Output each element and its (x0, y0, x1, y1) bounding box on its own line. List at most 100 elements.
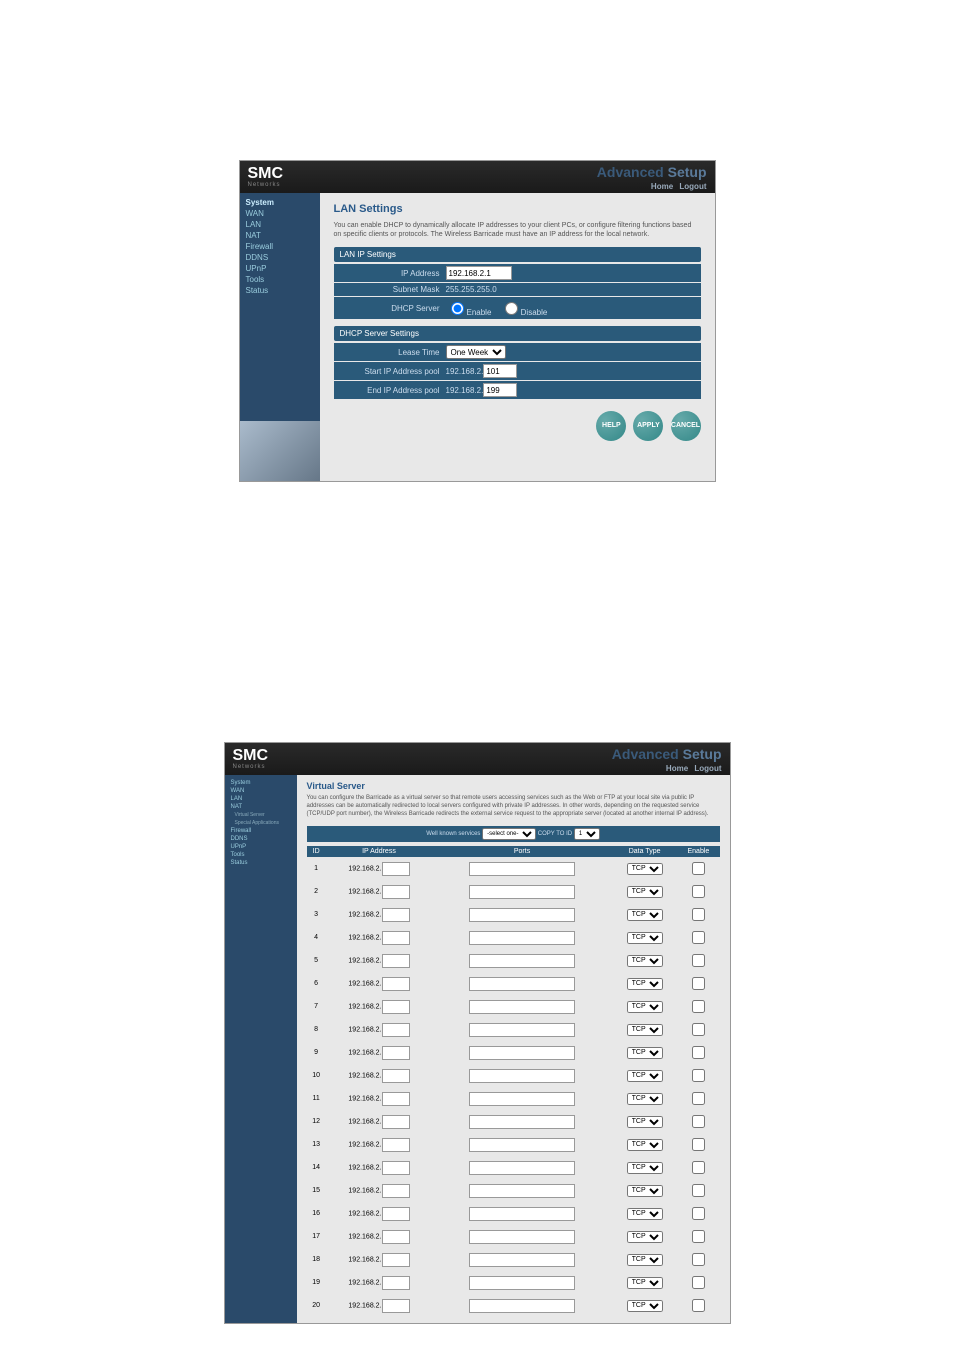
data-type-select[interactable]: TCP (627, 1208, 663, 1220)
data-type-select[interactable]: TCP (627, 978, 663, 990)
ip-suffix-input[interactable] (382, 1207, 410, 1221)
data-type-select[interactable]: TCP (627, 932, 663, 944)
copyto-id-select[interactable]: 1 (574, 828, 600, 840)
ports-input[interactable] (469, 1115, 575, 1129)
sidebar-item-firewall[interactable]: Firewall (225, 827, 297, 835)
enable-checkbox[interactable] (692, 862, 705, 875)
sidebar-item-status[interactable]: Status (225, 859, 297, 867)
apply-button[interactable]: APPLY (633, 411, 663, 441)
sidebar-item-tools[interactable]: Tools (225, 851, 297, 859)
data-type-select[interactable]: TCP (627, 1139, 663, 1151)
data-type-select[interactable]: TCP (627, 1070, 663, 1082)
logout-link[interactable]: Logout (694, 764, 721, 773)
ports-input[interactable] (469, 931, 575, 945)
ports-input[interactable] (469, 1000, 575, 1014)
sidebar-item-upnp[interactable]: UPnP (225, 843, 297, 851)
data-type-select[interactable]: TCP (627, 886, 663, 898)
ports-input[interactable] (469, 977, 575, 991)
ports-input[interactable] (469, 1092, 575, 1106)
data-type-select[interactable]: TCP (627, 955, 663, 967)
start-ip-input[interactable] (483, 364, 517, 378)
sidebar-item-nat[interactable]: NAT (225, 803, 297, 811)
enable-checkbox[interactable] (692, 1092, 705, 1105)
enable-checkbox[interactable] (692, 954, 705, 967)
enable-checkbox[interactable] (692, 1046, 705, 1059)
sidebar-item-lan[interactable]: LAN (240, 219, 320, 230)
sidebar-item-ddns[interactable]: DDNS (240, 252, 320, 263)
data-type-select[interactable]: TCP (627, 1116, 663, 1128)
sidebar-item-ddns[interactable]: DDNS (225, 835, 297, 843)
wellknown-select[interactable]: -select one- (482, 828, 536, 840)
ports-input[interactable] (469, 1138, 575, 1152)
enable-checkbox[interactable] (692, 1023, 705, 1036)
ports-input[interactable] (469, 1161, 575, 1175)
enable-checkbox[interactable] (692, 1184, 705, 1197)
ip-suffix-input[interactable] (382, 1230, 410, 1244)
enable-checkbox[interactable] (692, 1276, 705, 1289)
sidebar-item-lan[interactable]: LAN (225, 795, 297, 803)
home-link[interactable]: Home (651, 182, 673, 191)
ip-suffix-input[interactable] (382, 931, 410, 945)
sidebar-item-tools[interactable]: Tools (240, 274, 320, 285)
ports-input[interactable] (469, 954, 575, 968)
ports-input[interactable] (469, 1207, 575, 1221)
ip-suffix-input[interactable] (382, 1115, 410, 1129)
ports-input[interactable] (469, 1299, 575, 1313)
ports-input[interactable] (469, 1023, 575, 1037)
ports-input[interactable] (469, 862, 575, 876)
end-ip-input[interactable] (483, 383, 517, 397)
data-type-select[interactable]: TCP (627, 1024, 663, 1036)
enable-checkbox[interactable] (692, 1207, 705, 1220)
sidebar-item-firewall[interactable]: Firewall (240, 241, 320, 252)
data-type-select[interactable]: TCP (627, 1162, 663, 1174)
ip-suffix-input[interactable] (382, 1046, 410, 1060)
data-type-select[interactable]: TCP (627, 909, 663, 921)
ports-input[interactable] (469, 1253, 575, 1267)
help-button[interactable]: HELP (596, 411, 626, 441)
ports-input[interactable] (469, 1276, 575, 1290)
data-type-select[interactable]: TCP (627, 863, 663, 875)
data-type-select[interactable]: TCP (627, 1185, 663, 1197)
enable-checkbox[interactable] (692, 1138, 705, 1151)
enable-checkbox[interactable] (692, 931, 705, 944)
ip-suffix-input[interactable] (382, 1138, 410, 1152)
enable-checkbox[interactable] (692, 977, 705, 990)
sidebar-item-nat[interactable]: NAT (240, 230, 320, 241)
enable-checkbox[interactable] (692, 908, 705, 921)
data-type-select[interactable]: TCP (627, 1231, 663, 1243)
data-type-select[interactable]: TCP (627, 1300, 663, 1312)
enable-checkbox[interactable] (692, 1115, 705, 1128)
ip-suffix-input[interactable] (382, 1000, 410, 1014)
sidebar-subitem-virtual-server[interactable]: Virtual Server (225, 811, 297, 819)
enable-checkbox[interactable] (692, 1000, 705, 1013)
ip-suffix-input[interactable] (382, 862, 410, 876)
dhcp-disable-radio[interactable]: Disable (500, 308, 548, 317)
ip-suffix-input[interactable] (382, 1161, 410, 1175)
ports-input[interactable] (469, 1069, 575, 1083)
enable-checkbox[interactable] (692, 1069, 705, 1082)
ip-suffix-input[interactable] (382, 908, 410, 922)
sidebar-item-wan[interactable]: WAN (240, 208, 320, 219)
ip-suffix-input[interactable] (382, 1253, 410, 1267)
ip-suffix-input[interactable] (382, 1092, 410, 1106)
data-type-select[interactable]: TCP (627, 1254, 663, 1266)
lease-time-select[interactable]: One Week (446, 345, 506, 359)
enable-checkbox[interactable] (692, 885, 705, 898)
ports-input[interactable] (469, 1184, 575, 1198)
sidebar-item-wan[interactable]: WAN (225, 787, 297, 795)
enable-checkbox[interactable] (692, 1253, 705, 1266)
sidebar-item-status[interactable]: Status (240, 285, 320, 296)
ports-input[interactable] (469, 885, 575, 899)
ip-suffix-input[interactable] (382, 1069, 410, 1083)
data-type-select[interactable]: TCP (627, 1277, 663, 1289)
enable-checkbox[interactable] (692, 1299, 705, 1312)
cancel-button[interactable]: CANCEL (671, 411, 701, 441)
data-type-select[interactable]: TCP (627, 1047, 663, 1059)
logout-link[interactable]: Logout (679, 182, 706, 191)
ports-input[interactable] (469, 1046, 575, 1060)
ip-suffix-input[interactable] (382, 1299, 410, 1313)
ip-suffix-input[interactable] (382, 1184, 410, 1198)
sidebar-item-system[interactable]: System (225, 779, 297, 787)
ports-input[interactable] (469, 908, 575, 922)
ports-input[interactable] (469, 1230, 575, 1244)
